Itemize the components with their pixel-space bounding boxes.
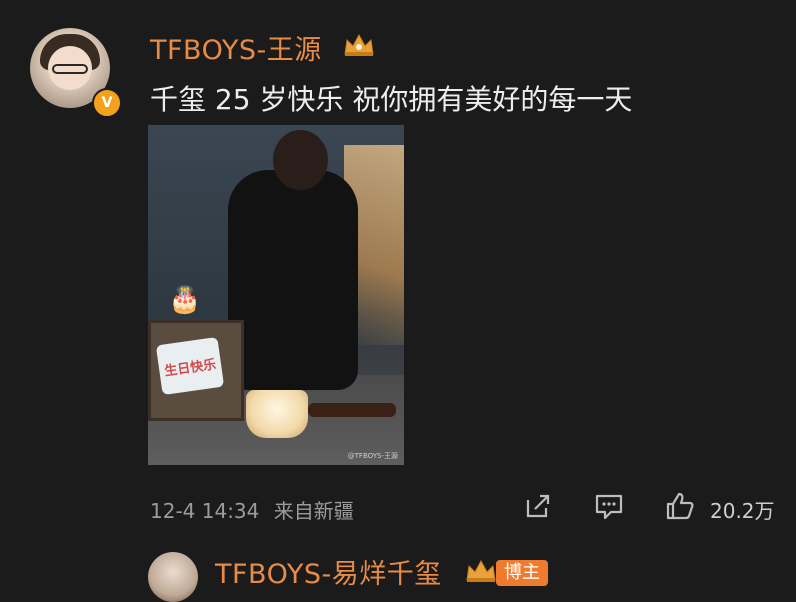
post-image[interactable]: 🎂 生日快乐 @TFBOYS-王源 [148, 125, 404, 465]
thumbs-up-icon[interactable] [664, 490, 696, 522]
post-timestamp: 12-4 14:34 [150, 499, 260, 523]
post-text: 千玺 25 岁快乐 祝你拥有美好的每一天 [150, 83, 633, 116]
candlestick [308, 403, 396, 417]
crown-icon [344, 33, 374, 56]
share-icon[interactable] [522, 490, 554, 522]
author-name[interactable]: TFBOYS-王源 [150, 28, 322, 67]
verified-badge-icon: V [92, 88, 122, 118]
comment-icon[interactable] [593, 490, 625, 522]
image-watermark: @TFBOYS-王源 [347, 452, 398, 460]
post-meta: 12-4 14:34 来自新疆 [150, 495, 354, 524]
reply-author-name[interactable]: TFBOYS-易烊千玺 [215, 552, 442, 591]
reply-avatar[interactable] [148, 552, 198, 602]
post-source: 来自新疆 [273, 499, 354, 523]
like-count: 20.2万 [710, 499, 775, 523]
reply-crown-icon [466, 559, 496, 582]
tv-screen-text: 生日快乐 [155, 336, 225, 396]
table-lamp [246, 390, 308, 438]
author-badge: 博主 [496, 560, 548, 586]
person-figure [228, 170, 358, 390]
avatar-glasses [52, 64, 88, 74]
cake-icon: 🎂 [168, 285, 202, 315]
person-head [273, 130, 328, 190]
tv-set: 生日快乐 [148, 320, 244, 421]
